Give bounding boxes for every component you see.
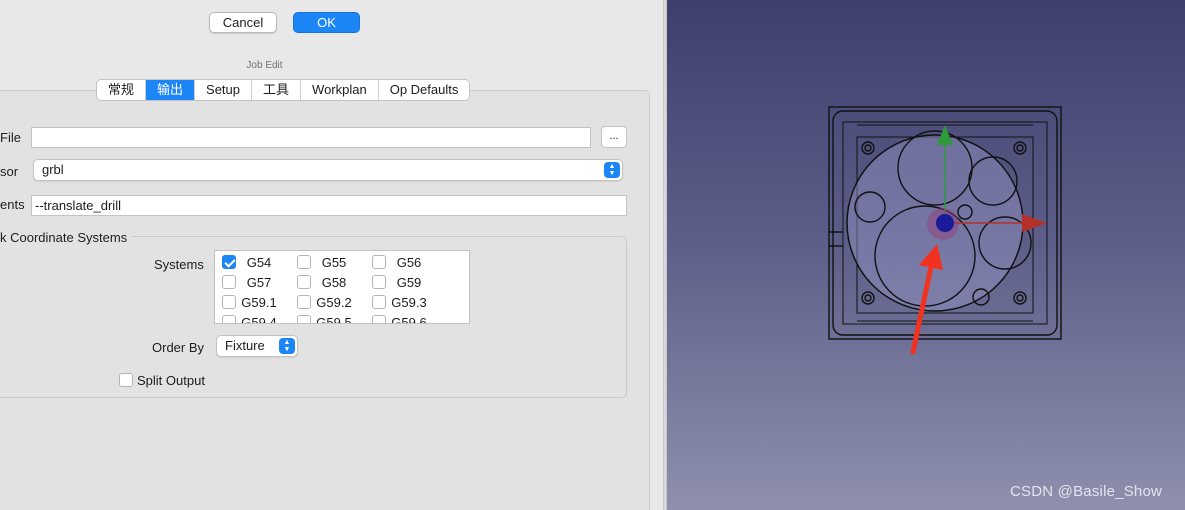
system-item-g59-5[interactable]: G59.5 [297, 312, 357, 323]
output-file-label: File [0, 130, 21, 145]
tab-op-defaults[interactable]: Op Defaults [379, 80, 470, 100]
tab-setup[interactable]: Setup [195, 80, 253, 100]
tab-bar: 常规 输出 Setup 工具 Workplan Op Defaults [96, 79, 471, 101]
work-coordinate-systems-title: k Coordinate Systems [0, 230, 132, 245]
output-file-field[interactable] [31, 127, 591, 148]
arguments-field[interactable]: --translate_drill [31, 195, 627, 216]
systems-label: Systems [154, 257, 204, 272]
checkbox[interactable] [222, 275, 236, 289]
split-output-label: Split Output [137, 372, 205, 388]
processor-value: grbl [42, 162, 64, 177]
select-stepper-icon: ▲ ▼ [604, 162, 620, 178]
system-item-g59-1[interactable]: G59.1 [222, 292, 282, 312]
job-edit-panel: Cancel OK Job Edit 常规 输出 Setup 工具 Workpl… [0, 0, 663, 510]
3d-viewport[interactable] [667, 0, 1185, 510]
split-output-checkbox[interactable] [119, 373, 133, 387]
systems-list[interactable]: G54 G55 G56 G57 G58 G59 G59.1 G59.2 G59.… [214, 250, 470, 324]
system-item-g55[interactable]: G55 [297, 252, 357, 272]
ok-button[interactable]: OK [293, 12, 360, 33]
system-item-g59-4[interactable]: G59.4 [222, 312, 282, 323]
cad-model-view [828, 106, 1062, 355]
dialog-title: Job Edit [246, 60, 283, 71]
browse-button[interactable]: ... [601, 126, 627, 148]
system-item-g59[interactable]: G59 [372, 272, 432, 292]
checkbox[interactable] [297, 295, 311, 309]
system-item-g54[interactable]: G54 [222, 252, 282, 272]
checkbox[interactable] [297, 275, 311, 289]
checkbox[interactable] [372, 255, 386, 269]
watermark: CSDN @Basile_Show [1010, 483, 1163, 500]
tab-tools[interactable]: 工具 [252, 80, 302, 100]
x-axis-arrow-icon [1022, 214, 1047, 232]
checkbox[interactable] [222, 295, 236, 309]
order-by-select[interactable]: Fixture ▲ ▼ [216, 335, 298, 357]
z-axis-origin-icon [936, 214, 954, 232]
checkbox[interactable] [222, 315, 236, 323]
system-item-g59-6[interactable]: G59.6 [372, 312, 432, 323]
system-item-g59-3[interactable]: G59.3 [372, 292, 432, 312]
processor-select[interactable]: grbl ▲ ▼ [33, 159, 623, 181]
checkbox[interactable] [297, 255, 311, 269]
order-by-value: Fixture [225, 338, 265, 353]
tab-workplan[interactable]: Workplan [301, 80, 379, 100]
cancel-button[interactable]: Cancel [209, 12, 277, 33]
checkbox[interactable] [372, 315, 386, 323]
checkbox[interactable] [372, 275, 386, 289]
system-item-g58[interactable]: G58 [297, 272, 357, 292]
select-stepper-icon: ▲ ▼ [279, 338, 295, 354]
system-item-g56[interactable]: G56 [372, 252, 432, 272]
checkbox[interactable] [372, 295, 386, 309]
arguments-label: ents [0, 197, 25, 212]
checkbox[interactable] [222, 255, 236, 269]
split-output-option[interactable]: Split Output [119, 370, 205, 390]
system-item-g59-2[interactable]: G59.2 [297, 292, 357, 312]
system-item-g57[interactable]: G57 [222, 272, 282, 292]
order-by-label: Order By [152, 340, 205, 355]
checkbox[interactable] [297, 315, 311, 323]
tab-general[interactable]: 常规 [97, 80, 147, 100]
tab-output[interactable]: 输出 [146, 80, 196, 100]
processor-label: sor [0, 164, 19, 179]
